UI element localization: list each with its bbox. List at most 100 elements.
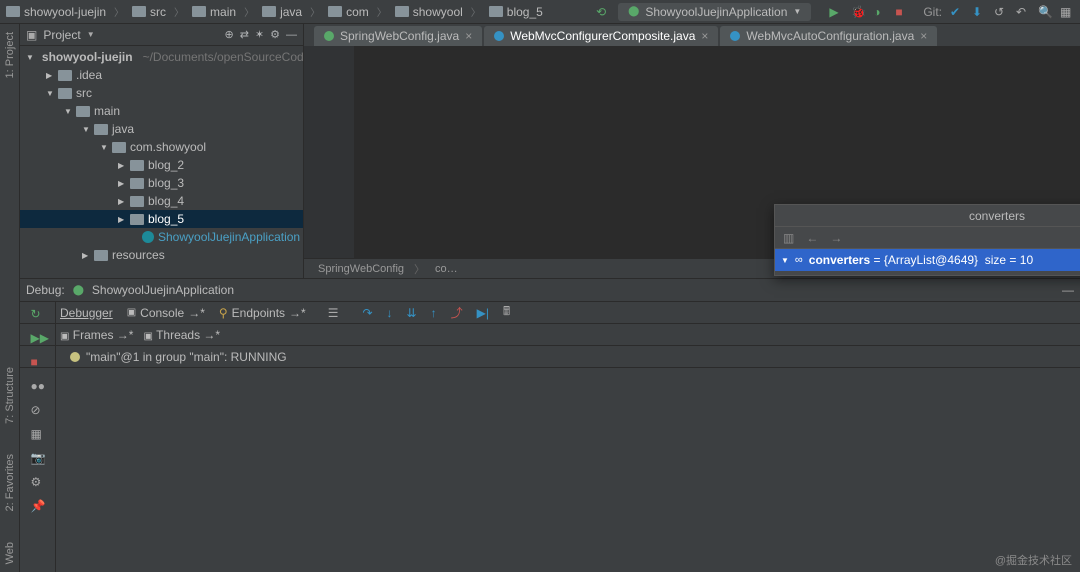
- tree-item[interactable]: ▶blog_5: [20, 210, 303, 228]
- ide-settings-icon[interactable]: ▦: [1060, 5, 1074, 19]
- close-icon[interactable]: ×: [920, 29, 927, 43]
- select-opened-file-icon[interactable]: ⊕: [224, 28, 233, 41]
- debug-tabs: Debugger ▣Console →* ⚲Endpoints →* ☰ ↷ ↓…: [20, 301, 1080, 323]
- breadcrumb-com[interactable]: com: [328, 5, 369, 19]
- tab-debugger[interactable]: Debugger: [60, 306, 113, 320]
- drop-frame-icon[interactable]: ⤴: [451, 304, 463, 321]
- expand-all-icon[interactable]: ⇄: [240, 28, 249, 41]
- new-watch-icon[interactable]: ▥: [783, 231, 794, 245]
- tab-console[interactable]: ▣Console →*: [127, 306, 205, 320]
- git-update-icon[interactable]: ⬇: [972, 5, 986, 19]
- back-icon[interactable]: ←: [806, 231, 818, 245]
- breadcrumb-java[interactable]: java: [262, 5, 302, 19]
- left-tool-gutter: 1: Project 7: Structure 2: Favorites Web: [0, 24, 20, 572]
- run-icon[interactable]: ▶: [829, 5, 843, 19]
- git-revert-icon[interactable]: ↶: [1016, 5, 1030, 19]
- folder-icon: [192, 6, 206, 17]
- run-configuration-selector[interactable]: ⬤ShowyoolJuejinApplication▼: [618, 3, 811, 21]
- breadcrumb-src[interactable]: src: [132, 5, 166, 19]
- close-icon[interactable]: ×: [465, 29, 472, 43]
- project-view-title[interactable]: Project: [43, 28, 80, 42]
- editor-tabs: SpringWebConfig.java×WebMvcConfigurerCom…: [304, 24, 1080, 46]
- tree-item[interactable]: ShowyoolJuejinApplication: [20, 228, 303, 246]
- close-icon[interactable]: ×: [701, 29, 708, 43]
- hide-icon[interactable]: —: [286, 29, 297, 41]
- spring-boot-icon: [142, 231, 154, 243]
- step-out-icon[interactable]: ↑: [431, 306, 437, 320]
- editor-tab[interactable]: WebMvcConfigurerComposite.java×: [484, 26, 718, 46]
- rerun-icon[interactable]: ↻: [31, 307, 45, 321]
- chevron-right-icon: 〉: [114, 4, 124, 19]
- frames-dropdown[interactable]: ▣ Frames →*: [60, 328, 133, 342]
- sidebar-web[interactable]: Web: [4, 542, 16, 564]
- view-breakpoints-icon[interactable]: ●●: [31, 379, 45, 393]
- folder-icon: [94, 250, 108, 261]
- project-view-icon: ▣: [26, 28, 37, 42]
- tree-item[interactable]: ▶blog_2: [20, 156, 303, 174]
- thread-selector[interactable]: "main"@1 in group "main": RUNNING: [20, 345, 1080, 367]
- debug-session-name[interactable]: ShowyoolJuejinApplication: [92, 283, 234, 297]
- force-step-into-icon[interactable]: ⇊: [407, 306, 417, 320]
- tree-item[interactable]: ▼src: [20, 84, 303, 102]
- folder-icon: [130, 196, 144, 207]
- sidebar-structure[interactable]: 7: Structure: [4, 367, 16, 424]
- run-to-cursor-icon[interactable]: ▶|: [477, 306, 489, 320]
- layout-icon[interactable]: ▦: [31, 427, 45, 441]
- debug-icon[interactable]: 🐞: [851, 5, 865, 19]
- tree-item[interactable]: ▶blog_3: [20, 174, 303, 192]
- folder-icon: [112, 142, 126, 153]
- camera-icon[interactable]: 📷: [31, 451, 45, 465]
- file-icon: [730, 31, 740, 41]
- breadcrumb-root[interactable]: showyool-juejin: [6, 5, 106, 19]
- sync-icon[interactable]: ⟲: [596, 5, 610, 19]
- step-into-icon[interactable]: ↓: [387, 306, 393, 320]
- coverage-icon[interactable]: ◑: [873, 5, 887, 19]
- editor-gutter[interactable]: [304, 46, 354, 258]
- tab-endpoints[interactable]: ⚲Endpoints →*: [219, 306, 306, 320]
- tree-item[interactable]: ▶blog_4: [20, 192, 303, 210]
- tree-item[interactable]: ▶.idea: [20, 66, 303, 84]
- pin-icon[interactable]: 📌: [31, 499, 45, 513]
- tree-root[interactable]: ▼showyool-juejin~/Documents/openSourceCo…: [20, 48, 303, 66]
- folder-icon: [58, 70, 72, 81]
- breadcrumb-blog5[interactable]: blog_5: [489, 5, 543, 19]
- chevron-right-icon: 〉: [310, 4, 320, 19]
- collapse-icon[interactable]: ✶: [255, 28, 264, 41]
- stop-icon[interactable]: ■: [31, 355, 45, 369]
- gear-icon[interactable]: ⚙: [270, 28, 280, 41]
- chevron-right-icon: 〉: [244, 4, 254, 19]
- tree-item[interactable]: ▼java: [20, 120, 303, 138]
- editor-tab[interactable]: SpringWebConfig.java×: [314, 26, 482, 46]
- step-over-icon[interactable]: ↷: [362, 306, 372, 320]
- settings-icon[interactable]: ⚙: [31, 475, 45, 489]
- stop-icon[interactable]: ■: [895, 5, 909, 19]
- git-commit-icon[interactable]: ✔: [950, 5, 964, 19]
- mute-breakpoints-icon[interactable]: ⊘: [31, 403, 45, 417]
- debug-left-toolbar: ↻ ▶▶ ■ ●● ⊘ ▦ 📷 ⚙ 📌: [20, 301, 56, 572]
- breadcrumb-showyool[interactable]: showyool: [395, 5, 463, 19]
- project-tree[interactable]: ▼showyool-juejin~/Documents/openSourceCo…: [20, 46, 303, 278]
- chevron-down-icon: ▼: [793, 7, 801, 16]
- chevron-down-icon[interactable]: ▼: [87, 30, 95, 39]
- tree-item[interactable]: ▶resources: [20, 246, 303, 264]
- link-icon: ∞: [795, 254, 803, 266]
- forward-icon[interactable]: →: [830, 231, 842, 245]
- breadcrumb-main[interactable]: main: [192, 5, 236, 19]
- sidebar-favorites[interactable]: 2: Favorites: [4, 454, 16, 511]
- tree-item[interactable]: ▼com.showyool: [20, 138, 303, 156]
- tree-item[interactable]: ▼main: [20, 102, 303, 120]
- folder-icon: [76, 106, 90, 117]
- chevron-right-icon: 〉: [471, 4, 481, 19]
- popup-title: converters: [775, 205, 1080, 227]
- resume-icon[interactable]: ▶▶: [31, 331, 45, 345]
- debugger-eval-popup[interactable]: converters ▥ ← → ▼ ∞ converters = {Array…: [774, 204, 1080, 276]
- popup-summary-row[interactable]: ▼ ∞ converters = {ArrayList@4649} size =…: [775, 249, 1080, 271]
- threads-dropdown[interactable]: ▣ Threads →*: [143, 328, 220, 342]
- git-history-icon[interactable]: ↺: [994, 5, 1008, 19]
- search-icon[interactable]: 🔍: [1038, 5, 1052, 19]
- editor-tab[interactable]: WebMvcAutoConfiguration.java×: [720, 26, 937, 46]
- hide-icon[interactable]: —: [1062, 283, 1074, 297]
- sidebar-project[interactable]: 1: Project: [4, 32, 16, 78]
- evaluate-icon[interactable]: 🖩: [503, 302, 510, 323]
- folder-icon: [94, 124, 108, 135]
